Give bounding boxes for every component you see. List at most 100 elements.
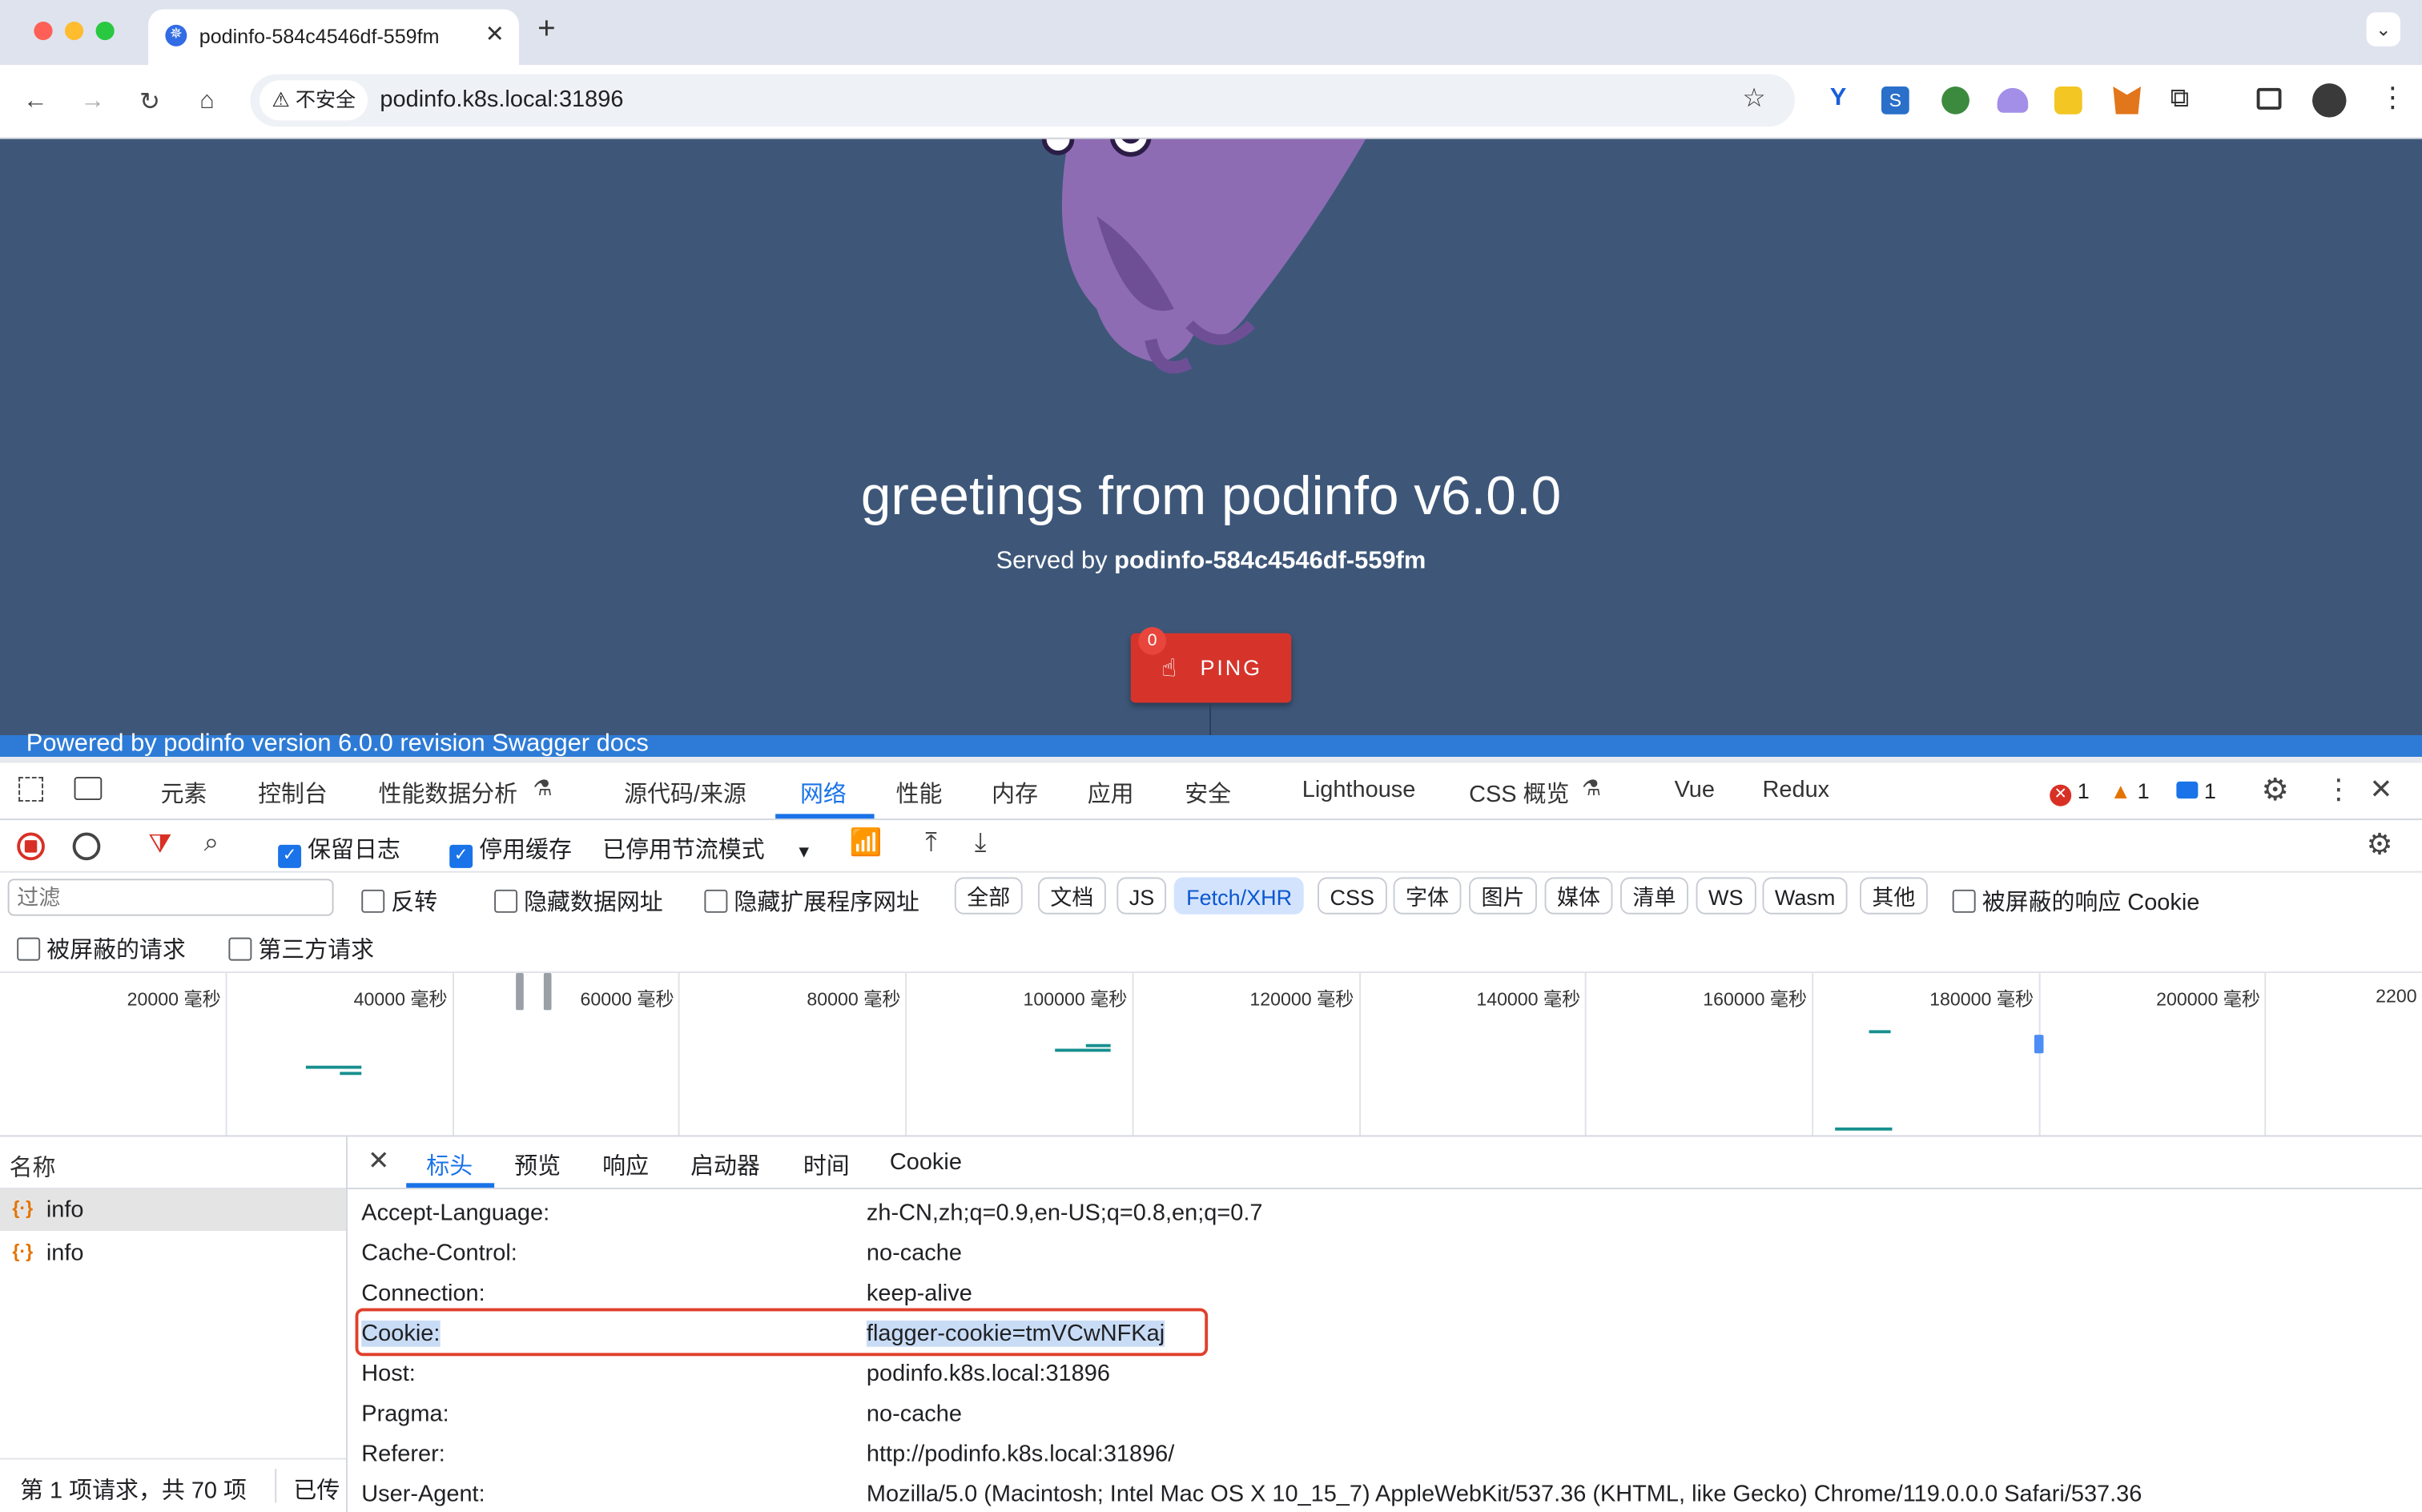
close-tab-icon[interactable]: ✕ bbox=[485, 20, 505, 48]
extension-hand-icon[interactable] bbox=[2054, 86, 2082, 115]
filter-img[interactable]: 图片 bbox=[1469, 877, 1537, 915]
timeline-overview[interactable]: 20000 毫秒 40000 毫秒 60000 毫秒 80000 毫秒 100000 毫… bbox=[0, 972, 2422, 1137]
disable-cache-checkbox[interactable]: ✓ 停用缓存 bbox=[449, 832, 572, 868]
tab-headers[interactable]: 标头 bbox=[426, 1149, 473, 1182]
clear-icon[interactable] bbox=[72, 832, 101, 861]
header-value[interactable]: zh-CN,zh;q=0.9,en-US;q=0.8,en;q=0.7 bbox=[867, 1200, 1263, 1226]
filter-font[interactable]: 字体 bbox=[1393, 877, 1462, 915]
filter-input[interactable] bbox=[7, 879, 334, 916]
more-menu-icon[interactable]: ⋮ bbox=[2379, 82, 2407, 114]
maximize-window-button[interactable] bbox=[95, 21, 115, 41]
devtools-separator[interactable] bbox=[0, 756, 2422, 763]
error-counter[interactable]: ✕ 1 bbox=[2050, 778, 2090, 806]
network-conditions-icon[interactable]: 📶 bbox=[850, 828, 883, 859]
tab-response[interactable]: 响应 bbox=[602, 1149, 649, 1182]
tab-console[interactable]: 控制台 bbox=[258, 777, 328, 809]
tab-lighthouse[interactable]: Lighthouse bbox=[1302, 777, 1416, 803]
filter-wasm[interactable]: Wasm bbox=[1762, 877, 1848, 915]
warning-counter[interactable]: ▲ 1 bbox=[2110, 778, 2149, 803]
header-value[interactable]: keep-alive bbox=[867, 1281, 972, 1307]
device-toolbar-icon[interactable] bbox=[74, 777, 103, 800]
new-tab-button[interactable]: + bbox=[537, 12, 556, 47]
ping-button[interactable]: ☝ PING 0 bbox=[1130, 626, 1292, 703]
tab-cookies[interactable]: Cookie bbox=[890, 1149, 962, 1176]
tab-initiator[interactable]: 启动器 bbox=[690, 1149, 760, 1182]
devtools-settings-gear-icon[interactable]: ⚙ bbox=[2261, 770, 2289, 809]
tab-search-button[interactable]: ⌄ bbox=[2366, 12, 2400, 46]
filter-css[interactable]: CSS bbox=[1318, 877, 1387, 915]
tab-application[interactable]: 应用 bbox=[1088, 777, 1134, 809]
blocked-requests-checkbox[interactable]: 被屏蔽的请求 bbox=[17, 933, 186, 965]
tab-performance-insights[interactable]: 性能数据分析 bbox=[378, 777, 517, 809]
throttle-select[interactable]: 已停用节流模式 ▼ bbox=[602, 832, 812, 865]
timeline-handle-right[interactable] bbox=[543, 972, 552, 1011]
header-value[interactable]: http://podinfo.k8s.local:31896/ bbox=[867, 1441, 1174, 1467]
minimize-window-button[interactable] bbox=[64, 21, 84, 41]
close-window-button[interactable] bbox=[34, 21, 53, 41]
tab-preview[interactable]: 预览 bbox=[514, 1149, 561, 1182]
tab-css-overview[interactable]: CSS 概览 bbox=[1469, 777, 1569, 809]
tab-memory[interactable]: 内存 bbox=[992, 777, 1038, 809]
devtools-close-icon[interactable]: ✕ bbox=[2369, 774, 2392, 806]
extensions-puzzle-icon[interactable]: ⧉ bbox=[2171, 83, 2189, 115]
browser-tab[interactable]: ✵ podinfo-584c4546df-559fm ✕ bbox=[148, 9, 519, 65]
footer-text[interactable]: Powered by podinfo version 6.0.0 revisio… bbox=[26, 730, 649, 757]
devtools-more-icon[interactable]: ⋮ bbox=[2324, 774, 2352, 806]
third-party-checkbox[interactable]: 第三方请求 bbox=[228, 933, 374, 965]
extension-ghost-icon[interactable] bbox=[1997, 87, 2029, 113]
info-counter[interactable]: 1 bbox=[2176, 778, 2216, 803]
tab-vue[interactable]: Vue bbox=[1675, 777, 1715, 803]
hide-extension-urls-checkbox[interactable]: 隐藏扩展程序网址 bbox=[704, 885, 919, 918]
filter-funnel-icon[interactable]: ⧩ bbox=[148, 830, 171, 861]
home-icon[interactable]: ⌂ bbox=[190, 85, 223, 119]
tab-elements[interactable]: 元素 bbox=[161, 777, 207, 809]
header-name: Accept-Language: bbox=[361, 1200, 550, 1227]
search-icon[interactable]: ⌕ bbox=[204, 828, 219, 859]
preserve-log-checkbox[interactable]: ✓ 保留日志 bbox=[278, 832, 400, 868]
hide-data-urls-checkbox[interactable]: 隐藏数据网址 bbox=[494, 885, 663, 918]
extension-s-icon[interactable]: S bbox=[1881, 86, 1909, 115]
timeline-handle-left[interactable] bbox=[516, 972, 524, 1011]
filter-ws[interactable]: WS bbox=[1696, 877, 1756, 915]
header-value[interactable]: Mozilla/5.0 (Macintosh; Intel Mac OS X 1… bbox=[867, 1481, 2142, 1507]
invert-checkbox[interactable]: 反转 bbox=[361, 885, 437, 918]
tab-network[interactable]: 网络 bbox=[800, 777, 847, 809]
request-row[interactable]: {·} info bbox=[0, 1188, 346, 1232]
extension-y-icon[interactable]: Y bbox=[1823, 85, 1854, 116]
filter-js[interactable]: JS bbox=[1116, 877, 1167, 915]
import-har-icon[interactable]: ⤒ bbox=[925, 828, 936, 859]
bookmark-star-icon[interactable]: ☆ bbox=[1742, 83, 1765, 115]
filter-all[interactable]: 全部 bbox=[954, 877, 1023, 915]
request-row[interactable]: {·} info bbox=[0, 1233, 346, 1274]
tab-sources[interactable]: 源代码/来源 bbox=[624, 777, 746, 809]
blocked-cookies-checkbox[interactable]: 被屏蔽的响应 Cookie bbox=[1952, 885, 2199, 918]
forward-arrow-icon[interactable]: → bbox=[75, 85, 109, 119]
record-stop-icon[interactable] bbox=[17, 832, 45, 861]
header-value[interactable]: no-cache bbox=[867, 1241, 962, 1267]
profile-avatar[interactable] bbox=[2312, 83, 2347, 118]
filter-other[interactable]: 其他 bbox=[1859, 877, 1928, 915]
name-column-header[interactable]: 名称 bbox=[0, 1136, 346, 1189]
header-value[interactable]: podinfo.k8s.local:31896 bbox=[867, 1361, 1110, 1387]
filter-manifest[interactable]: 清单 bbox=[1620, 877, 1688, 915]
security-chip[interactable]: ⚠ 不安全 bbox=[259, 80, 368, 121]
reload-icon[interactable]: ↻ bbox=[133, 85, 167, 119]
address-bar[interactable]: ⚠ 不安全 podinfo.k8s.local:31896 ☆ bbox=[250, 74, 1795, 127]
filter-media[interactable]: 媒体 bbox=[1544, 877, 1613, 915]
url-text[interactable]: podinfo.k8s.local:31896 bbox=[380, 86, 623, 113]
inspect-element-icon[interactable] bbox=[18, 777, 43, 802]
tab-security[interactable]: 安全 bbox=[1185, 777, 1231, 809]
filter-doc[interactable]: 文档 bbox=[1037, 877, 1106, 915]
tab-redux[interactable]: Redux bbox=[1762, 777, 1829, 803]
back-arrow-icon[interactable]: ← bbox=[18, 85, 52, 119]
tab-performance[interactable]: 性能 bbox=[896, 777, 943, 809]
tab-timing[interactable]: 时间 bbox=[803, 1149, 850, 1182]
close-detail-icon[interactable]: ✕ bbox=[368, 1146, 389, 1177]
export-har-icon[interactable]: ⤓ bbox=[975, 828, 986, 859]
header-value[interactable]: no-cache bbox=[867, 1401, 962, 1427]
filter-fetch-xhr[interactable]: Fetch/XHR bbox=[1173, 877, 1305, 915]
side-panel-icon[interactable] bbox=[2256, 87, 2282, 110]
network-settings-gear-icon[interactable]: ⚙ bbox=[2367, 828, 2393, 863]
extension-gear-icon[interactable] bbox=[1941, 86, 1969, 115]
metamask-fox-icon[interactable] bbox=[2113, 86, 2141, 115]
